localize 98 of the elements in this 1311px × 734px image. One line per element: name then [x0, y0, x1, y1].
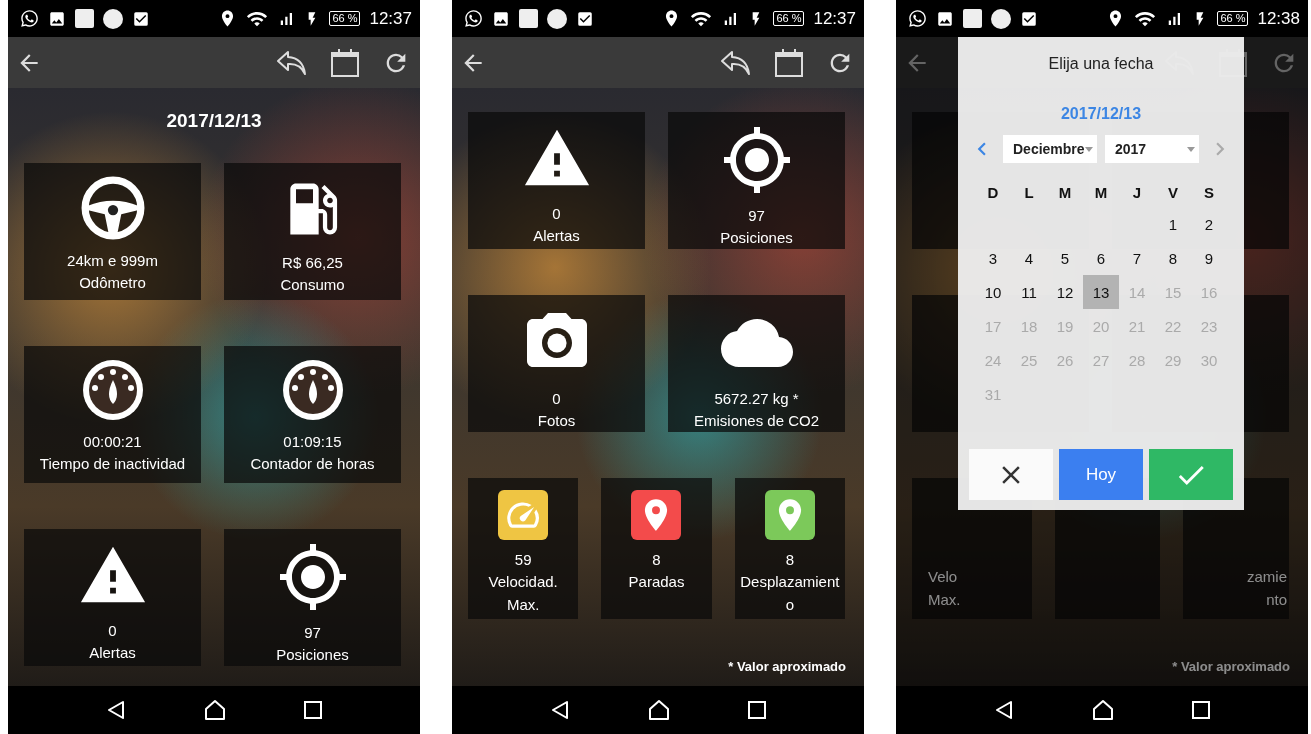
- phone-check-icon: [1020, 9, 1038, 28]
- calendar-day[interactable]: 13: [1083, 275, 1119, 309]
- cancel-button[interactable]: [969, 449, 1053, 500]
- stat-label: Consumo: [279, 275, 346, 295]
- dial-gauge-icon: [80, 358, 145, 422]
- square-icon: [963, 9, 982, 28]
- stat-value: 59: [514, 550, 532, 570]
- square-icon[interactable]: [1191, 701, 1210, 719]
- phone-check-icon: [132, 9, 150, 28]
- weekday-label: S: [1203, 182, 1215, 203]
- home-icon[interactable]: [203, 699, 227, 721]
- image-icon: [936, 9, 954, 28]
- home-icon[interactable]: [647, 699, 671, 721]
- calendar-button[interactable]: [330, 47, 360, 78]
- clock-time: 12:37: [813, 8, 856, 29]
- stat-label: Alertas: [532, 226, 581, 246]
- calendar-day[interactable]: 5: [1047, 241, 1083, 275]
- stat-label: Velo: [928, 567, 958, 587]
- battery-indicator: 66 %: [773, 11, 805, 26]
- calendar-day[interactable]: 10: [975, 275, 1011, 309]
- chat-app-icon: [20, 9, 39, 28]
- footnote: * Valor aproximado: [1172, 659, 1290, 674]
- calendar-day[interactable]: 7: [1119, 241, 1155, 275]
- clock-time: 12:37: [369, 8, 412, 29]
- steering-wheel-icon: [79, 175, 146, 241]
- reply-button[interactable]: [720, 48, 752, 77]
- dial-gauge-icon: [280, 358, 345, 422]
- footnote: * Valor aproximado: [728, 659, 846, 674]
- square-icon[interactable]: [747, 701, 766, 719]
- calendar-day[interactable]: 6: [1083, 241, 1119, 275]
- home-icon[interactable]: [1091, 699, 1115, 721]
- circle-icon: [103, 8, 123, 29]
- stat-label: Desplazamiento: [739, 572, 841, 615]
- calendar-day[interactable]: 11: [1011, 275, 1047, 309]
- image-icon: [48, 9, 66, 28]
- square-icon: [75, 9, 94, 28]
- calendar-day[interactable]: 12: [1047, 275, 1083, 309]
- calendar-day[interactable]: 4: [1011, 241, 1047, 275]
- stat-value: 00:00:21: [83, 432, 142, 452]
- stat-value: 0: [552, 204, 561, 224]
- circle-icon: [547, 8, 567, 29]
- back-triangle-icon[interactable]: [994, 700, 1015, 720]
- chat-app-icon: [464, 9, 483, 28]
- stat-value: 0: [108, 621, 117, 641]
- weekday-label: L: [1023, 182, 1035, 203]
- stat-value: 24km e 999m: [67, 251, 158, 271]
- stat-label: Paradas: [627, 572, 686, 592]
- weekday-label: J: [1131, 182, 1143, 203]
- square-icon: [519, 9, 538, 28]
- battery-indicator: 66 %: [329, 11, 361, 26]
- battery-indicator: 66 %: [1217, 11, 1249, 26]
- stat-value: 8: [785, 550, 794, 570]
- stat-label: Contador de horas: [249, 454, 376, 474]
- stat-label: Tiempo de inactividad: [38, 454, 187, 474]
- stat-value: 0: [552, 389, 561, 409]
- chat-app-icon: [908, 9, 927, 28]
- stat-label: zamie: [1247, 567, 1287, 587]
- stat-value: 97: [748, 206, 765, 226]
- circle-icon: [991, 8, 1011, 29]
- weekday-label: V: [1167, 182, 1179, 203]
- stat-value: 97: [304, 623, 321, 643]
- stat-label: Posiciones: [275, 645, 350, 665]
- stat-value: 5672.27 kg *: [714, 389, 799, 409]
- stat-label: Emisiones de CO2: [692, 411, 821, 431]
- calendar-day[interactable]: 9: [1191, 241, 1227, 275]
- square-icon[interactable]: [303, 701, 322, 719]
- today-button[interactable]: Hoy: [1059, 449, 1143, 500]
- stat-value: R$ 66,25: [282, 253, 343, 273]
- stat-label: Max.: [928, 590, 961, 610]
- month-dropdown[interactable]: Deciembre: [1003, 135, 1097, 163]
- date-title: 2017/12/13: [165, 109, 263, 132]
- image-icon: [492, 9, 510, 28]
- caret-icon: [1085, 146, 1093, 152]
- stat-label: nto: [1266, 590, 1287, 610]
- weekday-label: D: [986, 182, 1000, 203]
- calendar-day[interactable]: 1: [1155, 207, 1191, 241]
- stat-label: Fotos: [536, 411, 577, 431]
- stat-label: Velocidad. Max.: [487, 572, 559, 615]
- dialog-title: Elija una fecha: [1048, 55, 1154, 73]
- calendar-button[interactable]: [774, 47, 804, 78]
- weekday-label: M: [1057, 182, 1073, 203]
- year-dropdown[interactable]: 2017: [1105, 135, 1199, 163]
- stat-label: Posiciones: [719, 228, 794, 248]
- calendar-day[interactable]: 2: [1191, 207, 1227, 241]
- stat-value: 01:09:15: [283, 432, 342, 452]
- calendar-day[interactable]: 8: [1155, 241, 1191, 275]
- stat-label: Alertas: [88, 643, 137, 663]
- reply-button[interactable]: [276, 48, 308, 77]
- back-triangle-icon[interactable]: [106, 700, 127, 720]
- phone-check-icon: [576, 9, 594, 28]
- back-triangle-icon[interactable]: [550, 700, 571, 720]
- calendar-day[interactable]: 3: [975, 241, 1011, 275]
- clock-time: 12:38: [1257, 8, 1300, 29]
- stat-value: 8: [652, 550, 661, 570]
- selected-date: 2017/12/13: [1060, 105, 1142, 123]
- stat-label: Odômetro: [78, 273, 147, 293]
- caret-icon: [1187, 146, 1195, 152]
- weekday-label: M: [1093, 182, 1109, 203]
